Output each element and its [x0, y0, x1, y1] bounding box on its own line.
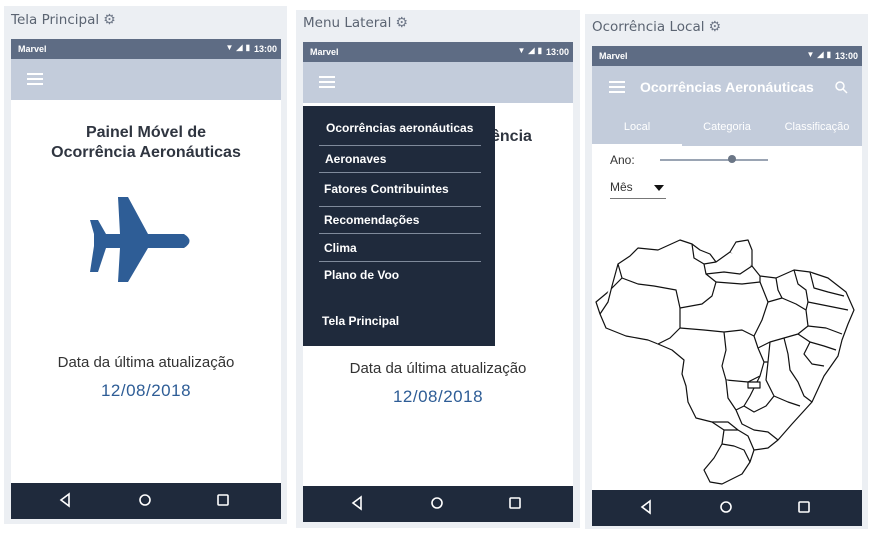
board-title-text: Tela Principal [11, 12, 100, 28]
phone-menu: Marvel ▼◢▮ 13:00 ência Data da última at… [303, 42, 573, 522]
side-menu: Ocorrências aeronáuticas Aeronaves Fator… [303, 106, 495, 346]
phone-local: Marvel ▼◢▮ 13:00 Ocorrências Aeronáutica… [592, 46, 862, 526]
status-icons: ▼◢▮ [517, 46, 545, 55]
menu-divider [319, 145, 481, 146]
year-label: Ano: [610, 153, 635, 167]
status-icons: ▼◢▮ [225, 43, 253, 52]
status-time: 13:00 [253, 44, 277, 54]
recent-apps-square-icon[interactable] [796, 499, 812, 515]
board-title: Ocorrência Local ⚙ [592, 19, 721, 35]
app-bar: Ocorrências Aeronáuticas [592, 66, 862, 107]
board-title: Tela Principal ⚙ [11, 12, 116, 28]
carrier-name: Marvel [599, 51, 628, 61]
carrier-name: Marvel [18, 44, 47, 54]
brazil-states-map [595, 239, 855, 485]
search-icon[interactable] [834, 80, 848, 94]
tab-classificacao[interactable]: Classificação [772, 121, 862, 133]
update-date: 12/08/2018 [392, 387, 484, 406]
update-label: Data da última atualização [57, 354, 235, 371]
board-main: Tela Principal ⚙ Marvel ▼◢▮ 13:00 Painel … [4, 6, 287, 524]
menu-item-fatores[interactable]: Fatores Contribuintes [324, 182, 484, 196]
page-title-partial: ência [491, 128, 532, 145]
app-bar [11, 59, 281, 100]
android-nav-bar [592, 490, 862, 526]
tab-local[interactable]: Local [592, 121, 682, 133]
menu-item-aeronaves[interactable]: Aeronaves [325, 152, 485, 166]
gear-icon[interactable]: ⚙ [395, 15, 408, 31]
month-select[interactable]: Mês [610, 180, 666, 199]
year-slider-track[interactable] [660, 159, 768, 161]
menu-divider [319, 172, 481, 173]
page-title: Painel Móvel de Ocorrência Aeronáuticas [51, 124, 241, 161]
status-time: 13:00 [545, 47, 569, 57]
board-title-text: Ocorrência Local [592, 19, 705, 35]
home-circle-icon[interactable] [718, 499, 734, 515]
app-title: Ocorrências Aeronáuticas [640, 79, 814, 95]
hamburger-menu-icon[interactable] [27, 73, 43, 85]
gear-icon[interactable]: ⚙ [708, 19, 721, 35]
month-select-value: Mês [610, 180, 633, 194]
menu-divider [319, 233, 481, 234]
recent-apps-square-icon[interactable] [507, 495, 523, 511]
hamburger-menu-icon[interactable] [609, 81, 625, 93]
back-triangle-icon[interactable] [638, 499, 654, 515]
menu-item-ocorrencias[interactable]: Ocorrências aeronáuticas [326, 121, 486, 135]
tab-categoria[interactable]: Categoria [682, 121, 772, 133]
tab-active-indicator [592, 144, 682, 146]
board-title: Menu Lateral ⚙ [303, 15, 408, 31]
recent-apps-square-icon[interactable] [215, 492, 231, 508]
board-menu: Menu Lateral ⚙ Marvel ▼◢▮ 13:00 ência Dat… [296, 10, 580, 528]
airplane-icon [90, 197, 190, 282]
home-circle-icon[interactable] [429, 495, 445, 511]
menu-divider [319, 261, 481, 262]
dropdown-arrow-icon [654, 185, 664, 191]
year-slider-thumb[interactable] [728, 155, 737, 163]
menu-divider [319, 206, 481, 207]
update-date: 12/08/2018 [100, 381, 192, 400]
status-time: 13:00 [834, 51, 858, 61]
tab-bar: Local Categoria Classificação [592, 107, 862, 146]
hamburger-menu-icon[interactable] [319, 76, 335, 88]
home-circle-icon[interactable] [137, 492, 153, 508]
status-bar: Marvel ▼◢▮ 13:00 [592, 46, 862, 66]
menu-item-tela-principal[interactable]: Tela Principal [322, 314, 482, 328]
board-local: Ocorrência Local ⚙ Marvel ▼◢▮ 13:00 Ocorr… [585, 14, 868, 529]
board-title-text: Menu Lateral [303, 15, 392, 31]
phone-main: Marvel ▼◢▮ 13:00 Painel Móvel de Ocorrên… [11, 39, 281, 519]
status-bar: Marvel ▼◢▮ 13:00 [303, 42, 573, 62]
menu-item-recomendacoes[interactable]: Recomendações [324, 213, 484, 227]
android-nav-bar [11, 483, 281, 519]
update-label: Data da última atualização [349, 360, 527, 377]
android-nav-bar [303, 486, 573, 522]
status-bar: Marvel ▼◢▮ 13:00 [11, 39, 281, 59]
back-triangle-icon[interactable] [57, 492, 73, 508]
gear-icon[interactable]: ⚙ [103, 12, 116, 28]
menu-item-plano-de-voo[interactable]: Plano de Voo [324, 268, 484, 282]
status-icons: ▼◢▮ [806, 50, 834, 59]
menu-item-clima[interactable]: Clima [324, 241, 484, 255]
back-triangle-icon[interactable] [349, 495, 365, 511]
app-bar [303, 62, 573, 103]
carrier-name: Marvel [310, 47, 339, 57]
